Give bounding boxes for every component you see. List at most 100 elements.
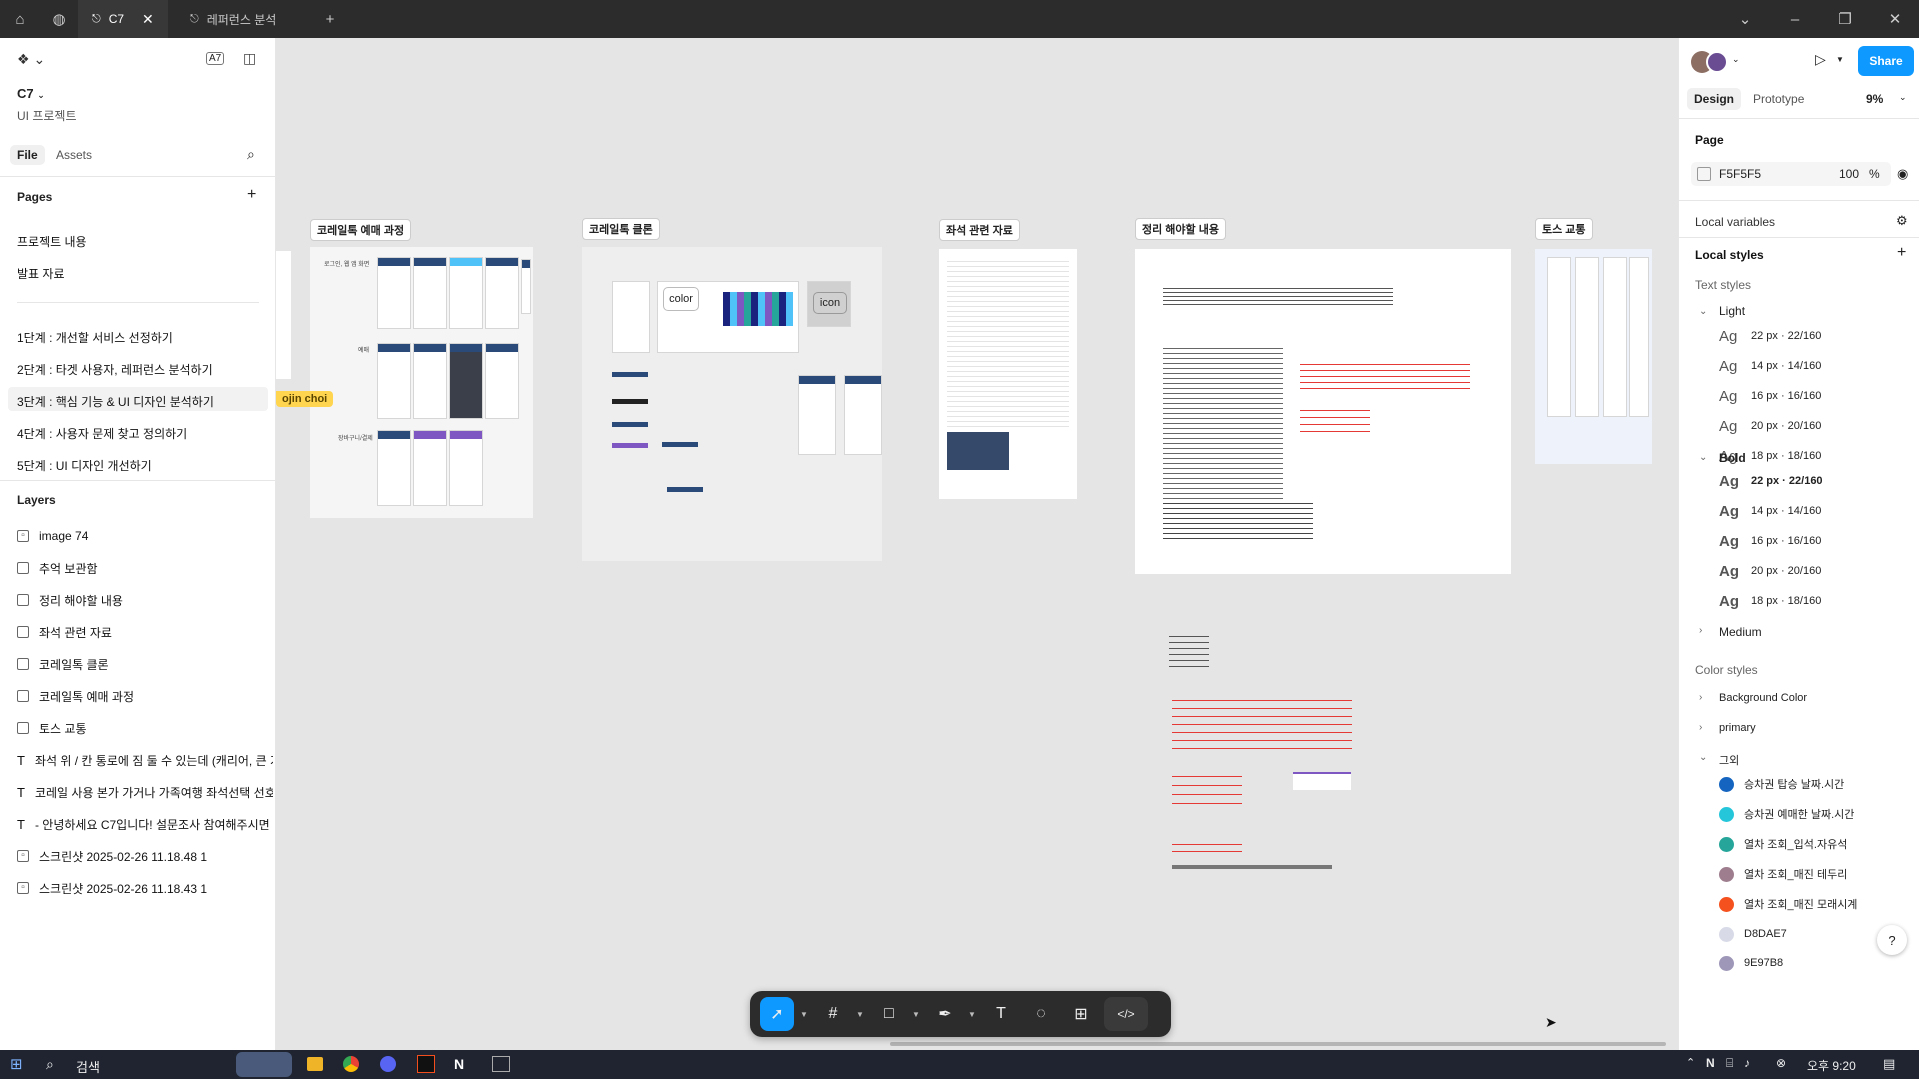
- text-style-row[interactable]: Ag 20 px · 20/160: [1719, 559, 1821, 583]
- windows-start-icon[interactable]: ⊞: [10, 1055, 23, 1073]
- color-style-row[interactable]: 승차권 탑승 날짜.시간: [1719, 773, 1844, 795]
- chevron-down-icon[interactable]: ▼: [856, 1010, 866, 1019]
- pen-tool-icon[interactable]: ✒: [928, 997, 962, 1031]
- tab-file[interactable]: File: [10, 145, 45, 165]
- opacity-value[interactable]: 100: [1839, 167, 1859, 181]
- rectangle-tool-icon[interactable]: □: [872, 997, 906, 1031]
- share-button[interactable]: Share: [1858, 46, 1914, 76]
- frame-label[interactable]: 정리 해야할 내용: [1135, 218, 1226, 240]
- layer-item[interactable]: ▫ 스크린샷 2025-02-26 11.18.43 1: [17, 872, 273, 904]
- layer-item[interactable]: 코레일톡 예매 과정: [17, 680, 273, 712]
- frame-todo-notes[interactable]: [1135, 249, 1511, 574]
- close-icon[interactable]: ✕: [142, 11, 154, 28]
- file-name[interactable]: C7 ⌄: [17, 86, 45, 101]
- text-style-row[interactable]: Ag 14 px · 14/160: [1719, 499, 1821, 523]
- tab-c7[interactable]: ⎋ C7 ✕: [78, 0, 168, 38]
- move-tool-icon[interactable]: ➚: [760, 997, 794, 1031]
- tab-reference[interactable]: ⎋ 레퍼런스 분석: [176, 0, 306, 38]
- layer-item[interactable]: 코레일톡 클론: [17, 648, 273, 680]
- color-style-row[interactable]: D8DAE7: [1719, 923, 1787, 945]
- notion-icon[interactable]: N: [454, 1056, 464, 1072]
- search-icon[interactable]: ⌕: [247, 146, 255, 163]
- chevron-right-icon[interactable]: ›: [1699, 625, 1702, 636]
- frame-label[interactable]: 좌석 관련 자료: [939, 219, 1020, 241]
- figma-menu-icon[interactable]: ❖ ⌄: [17, 51, 45, 68]
- zoom-level[interactable]: 9%: [1866, 92, 1883, 106]
- chevron-down-icon[interactable]: ⌄: [1734, 8, 1756, 30]
- chevron-down-icon[interactable]: ▼: [800, 1010, 810, 1019]
- project-name[interactable]: UI 프로젝트: [17, 107, 77, 124]
- layer-item[interactable]: 정리 해야할 내용: [17, 584, 273, 616]
- search-icon[interactable]: ⌕: [46, 1056, 54, 1073]
- chevron-down-icon[interactable]: ▼: [1836, 55, 1844, 64]
- color-group[interactable]: 그외: [1719, 752, 1739, 768]
- frame-tool-icon[interactable]: #: [816, 997, 850, 1031]
- chevron-down-icon[interactable]: ⌄: [1732, 54, 1740, 65]
- page-item-active[interactable]: 3단계 : 핵심 기능 & UI 디자인 분석하기: [17, 393, 214, 410]
- text-style-row[interactable]: Ag 22 px · 22/160: [1719, 324, 1821, 348]
- page-color-field[interactable]: F5F5F5 100 %: [1691, 162, 1891, 186]
- volume-icon[interactable]: ♪: [1744, 1056, 1750, 1070]
- tab-design[interactable]: Design: [1687, 88, 1742, 110]
- color-swatch[interactable]: [1697, 167, 1711, 181]
- avatar[interactable]: [1706, 51, 1728, 73]
- chevron-right-icon[interactable]: ›: [1699, 692, 1702, 703]
- chevron-down-icon[interactable]: ▼: [912, 1010, 922, 1019]
- text-style-row[interactable]: Ag 14 px · 14/160: [1719, 354, 1821, 378]
- style-group-light[interactable]: Light: [1719, 304, 1745, 318]
- layer-item[interactable]: ▫ image 74: [17, 520, 273, 552]
- actions-tool-icon[interactable]: ⊞: [1064, 997, 1098, 1031]
- chevron-down-icon[interactable]: ⌄: [1699, 752, 1707, 763]
- page-item[interactable]: 5단계 : UI 디자인 개선하기: [17, 457, 152, 474]
- color-style-row[interactable]: 9E97B8: [1719, 952, 1783, 974]
- discord-icon[interactable]: [380, 1056, 396, 1072]
- weather-widget[interactable]: [236, 1052, 292, 1077]
- local-variables[interactable]: Local variables: [1695, 215, 1775, 229]
- ime-icon[interactable]: ⊗: [1776, 1056, 1786, 1070]
- color-style-row[interactable]: 열차 조회_매진 모래시계: [1719, 893, 1857, 915]
- minimize-icon[interactable]: –: [1784, 8, 1806, 30]
- layer-item[interactable]: T 코레일 사용 본가 가거나 가족여행 좌석선택 선호도: [17, 776, 273, 808]
- home-icon[interactable]: ⌂: [9, 8, 31, 30]
- frame-label[interactable]: 코레일톡 클론: [582, 218, 660, 240]
- frame-seat-materials[interactable]: [939, 249, 1077, 499]
- text-style-row[interactable]: Ag 16 px · 16/160: [1719, 384, 1821, 408]
- page-item[interactable]: 2단계 : 타겟 사용자, 레퍼런스 분석하기: [17, 361, 213, 378]
- taskbar-search[interactable]: 검색: [76, 1057, 100, 1076]
- sidebar-toggle-icon[interactable]: ◫: [243, 50, 256, 67]
- help-button[interactable]: ?: [1877, 925, 1907, 955]
- color-hex[interactable]: F5F5F5: [1719, 167, 1761, 181]
- text-style-row[interactable]: Ag 18 px · 18/160: [1719, 589, 1821, 613]
- text-style-row[interactable]: Ag 22 px · 22/160: [1719, 469, 1823, 493]
- present-icon[interactable]: ▷: [1815, 51, 1826, 68]
- variables-icon[interactable]: ⚙: [1896, 213, 1908, 229]
- chevron-down-icon[interactable]: ⌄: [1699, 306, 1707, 317]
- page-item[interactable]: 프로젝트 내용: [17, 233, 87, 250]
- new-tab-icon[interactable]: +: [319, 8, 341, 30]
- page-item[interactable]: 4단계 : 사용자 문제 찾고 정의하기: [17, 425, 187, 442]
- window-close-icon[interactable]: ✕: [1884, 8, 1906, 30]
- layer-item[interactable]: 토스 교통: [17, 712, 273, 744]
- figma-app-icon[interactable]: [417, 1055, 435, 1073]
- add-page-icon[interactable]: +: [247, 186, 256, 204]
- tray-chevron-icon[interactable]: ⌃: [1686, 1056, 1695, 1069]
- frame-toss-transport[interactable]: [1535, 249, 1652, 464]
- file-explorer-icon[interactable]: [307, 1057, 323, 1071]
- color-style-row[interactable]: 승차권 예매한 날짜.시간: [1719, 803, 1854, 825]
- color-style-row[interactable]: 열차 조회_입석.자유석: [1719, 833, 1847, 855]
- ai-icon[interactable]: A7: [206, 52, 225, 65]
- maximize-icon[interactable]: ❐: [1834, 8, 1856, 30]
- network-icon[interactable]: ⌸: [1726, 1056, 1733, 1071]
- offscreen-frame[interactable]: [276, 251, 291, 379]
- color-group[interactable]: Background Color: [1719, 692, 1807, 704]
- chrome-icon[interactable]: [343, 1056, 359, 1072]
- tab-prototype[interactable]: Prototype: [1753, 92, 1804, 106]
- layer-item[interactable]: ▫ 스크린샷 2025-02-26 11.18.48 1: [17, 840, 273, 872]
- color-group[interactable]: primary: [1719, 722, 1756, 734]
- chevron-right-icon[interactable]: ›: [1699, 722, 1702, 733]
- color-style-row[interactable]: 열차 조회_매진 테두리: [1719, 863, 1847, 885]
- comment-tool-icon[interactable]: ◌: [1024, 997, 1058, 1031]
- frame-label[interactable]: 코레일톡 예매 과정: [310, 219, 412, 241]
- text-style-row[interactable]: Ag 20 px · 20/160: [1719, 414, 1821, 438]
- layer-item[interactable]: T 좌석 위 / 칸 통로에 짐 둘 수 있는데 (캐리어, 큰 가방: [17, 744, 273, 776]
